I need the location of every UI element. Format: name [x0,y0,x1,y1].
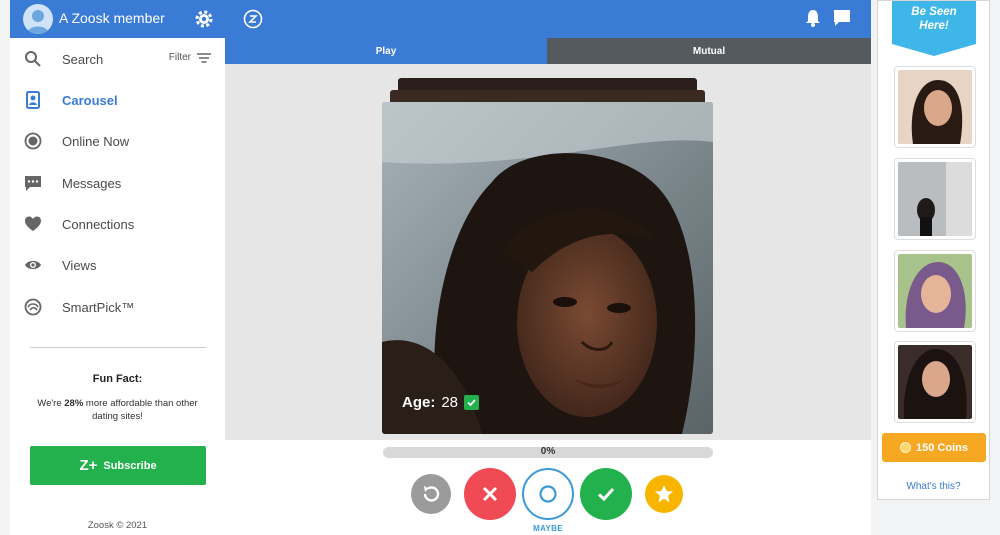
copyright: Zoosk © 2021 [87,520,148,531]
banner-line-2: Here! [919,20,949,32]
divider [30,347,206,348]
fun-fact-text-end: more affordable than other dating sites! [83,398,198,422]
super-like-button[interactable] [645,475,683,513]
user-silhouette-icon [27,10,49,34]
sidebar-item-search[interactable]: Search Filter [10,40,225,80]
filter-icon [197,52,211,63]
age-value: 28 [441,394,459,411]
star-icon [655,485,673,503]
tab-mutual[interactable]: Mutual [547,38,871,64]
sidebar: Search Filter Carousel Online Now Messag… [10,38,225,535]
fun-fact-highlight: 28% [64,398,84,409]
profile-photo [382,102,713,434]
profile-thumb-photo [898,162,972,236]
sidebar-item-label: Carousel [62,93,118,108]
sidebar-item-label: Views [62,258,97,273]
profile-thumb-photo [898,70,972,144]
sidebar-item-label: Search [62,52,104,67]
coins-button[interactable]: 150 Coins [882,433,986,462]
chat-icon[interactable] [833,9,851,27]
profile-thumb-photo [898,254,972,328]
messages-icon [25,176,41,191]
profile-thumb-photo [898,345,972,419]
subscribe-button[interactable]: Z+ Subscribe [30,446,206,485]
banner-line-1: Be Seen [911,6,957,18]
gear-icon[interactable] [194,9,214,29]
sidebar-item-label: SmartPick™ [62,300,135,315]
heart-icon [25,216,41,231]
featured-profile-thumb[interactable] [894,341,976,423]
filter-button[interactable]: Filter [169,52,211,63]
bell-icon[interactable] [804,8,822,28]
no-button[interactable] [464,468,516,520]
yes-button[interactable] [580,468,632,520]
maybe-button[interactable] [522,468,574,520]
progress-label: 0% [540,446,556,457]
filter-label: Filter [168,52,191,63]
subscribe-label: Subscribe [103,459,157,472]
smartpick-icon [24,298,42,316]
sidebar-item-carousel[interactable]: Carousel [10,81,225,121]
profile-card[interactable]: Age: 28 [382,102,713,434]
sidebar-item-smartpick[interactable]: SmartPick™ [10,288,225,328]
fun-fact-title: Fun Fact: [92,373,143,385]
undo-button[interactable] [411,474,451,514]
online-icon [24,132,42,150]
sidebar-item-label: Connections [62,217,135,232]
sidebar-item-connections[interactable]: Connections [10,205,225,245]
maybe-label: MAYBE [533,524,563,533]
fun-fact-text-start: We're [37,398,65,409]
sidebar-item-label: Online Now [62,134,130,149]
featured-profile-thumb[interactable] [894,66,976,148]
sidebar-item-online-now[interactable]: Online Now [10,122,225,162]
be-seen-banner[interactable]: Be Seen Here! [892,1,976,56]
check-icon [597,487,615,502]
featured-profile-thumb[interactable] [894,158,976,240]
avatar[interactable] [23,4,53,34]
top-bar: A Zoosk member [10,0,871,38]
zoosk-plus-icon: Z+ [79,457,98,474]
undo-icon [423,486,440,502]
close-icon [482,486,498,502]
coin-icon [900,442,912,453]
whats-this-link[interactable]: What's this? [878,481,989,492]
sidebar-item-label: Messages [62,176,122,191]
right-panel: Be Seen Here! 150 Coins What's this? [877,0,990,500]
featured-profile-thumb[interactable] [894,250,976,332]
progress-bar: 0% [383,446,713,458]
member-name[interactable]: A Zoosk member [59,10,165,26]
age-key: Age: [402,394,436,411]
banner-text: Be Seen Here! [892,5,976,33]
circle-icon [539,485,557,503]
sidebar-item-messages[interactable]: Messages [10,164,225,204]
fun-fact-text: We're 28% more affordable than other dat… [25,397,210,423]
tab-play[interactable]: Play [225,38,547,64]
search-icon [25,51,41,67]
age-label: Age: 28 [402,394,480,411]
carousel-icon [26,91,40,109]
coins-label: 150 Coins [916,441,968,454]
zoosk-logo-icon[interactable] [243,9,263,29]
sidebar-item-views[interactable]: Views [10,246,225,286]
eye-icon [25,260,41,270]
verified-badge-icon [464,395,480,410]
